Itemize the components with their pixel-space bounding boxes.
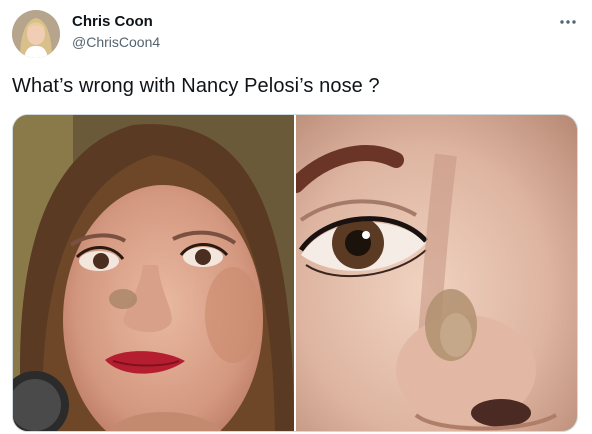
- more-horizontal-icon: [560, 20, 576, 24]
- tweet[interactable]: Chris Coon @ChrisCoon4 What’s wrong with…: [0, 0, 592, 434]
- avatar[interactable]: [12, 10, 60, 58]
- face-closeup-photo[interactable]: [13, 115, 294, 431]
- eye-and-nose-closeup-photo[interactable]: [296, 115, 577, 431]
- author-name[interactable]: Chris Coon: [72, 13, 153, 30]
- author-handle[interactable]: @ChrisCoon4: [72, 34, 160, 50]
- tweet-media[interactable]: [12, 114, 578, 432]
- more-options-button[interactable]: [556, 12, 580, 32]
- tweet-text: What’s wrong with Nancy Pelosi’s nose ?: [12, 75, 380, 97]
